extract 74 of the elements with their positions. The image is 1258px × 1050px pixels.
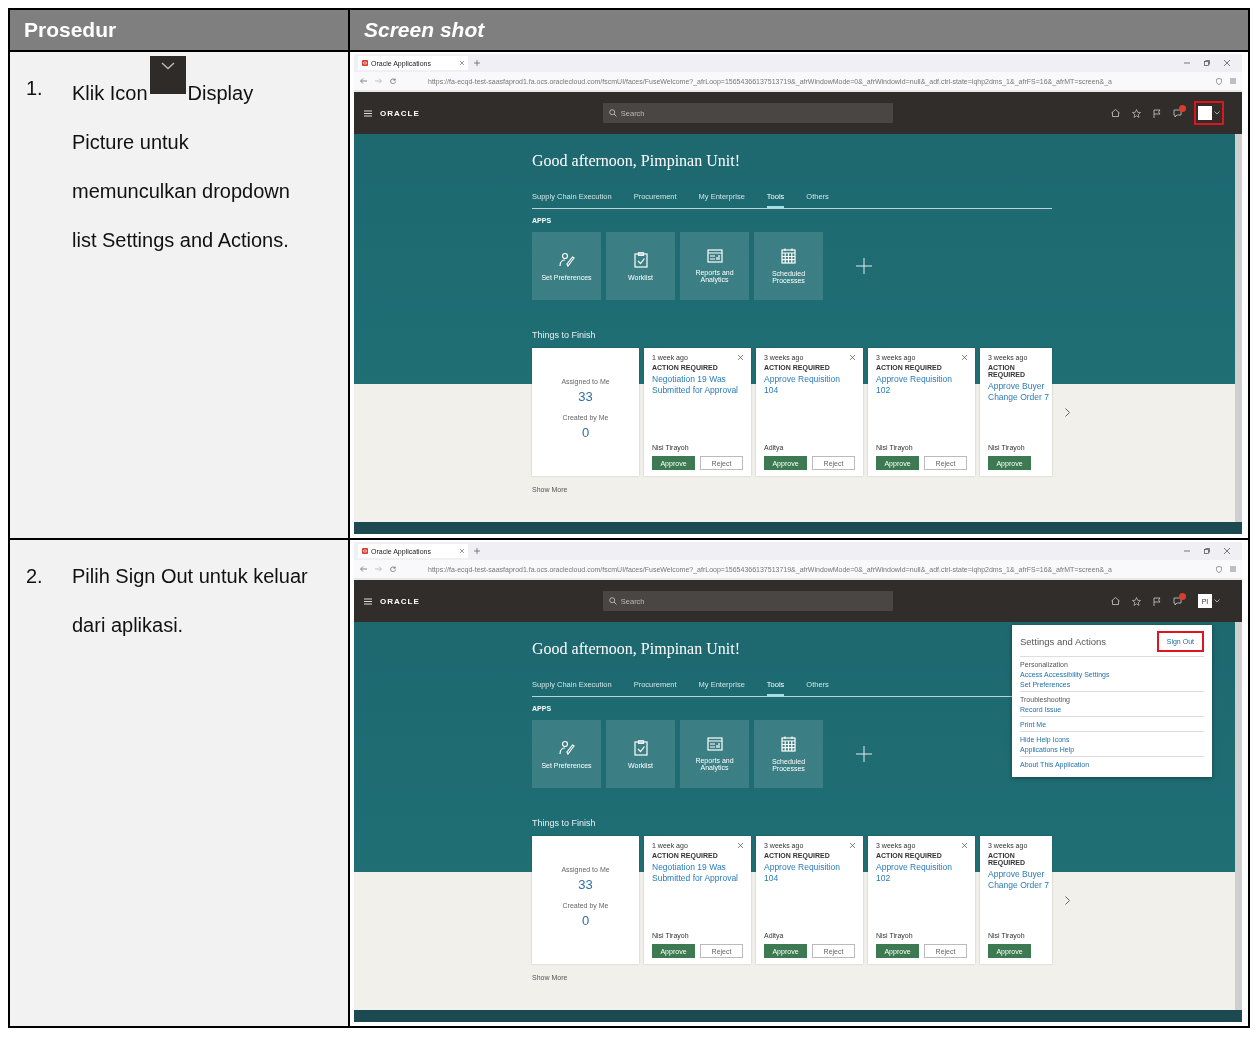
reload-icon[interactable]: [390, 78, 396, 84]
calendar-icon: [781, 736, 796, 752]
chevron-down-icon: [149, 56, 186, 94]
column-header: Screen shot: [349, 9, 1249, 51]
new-tab-icon[interactable]: [474, 548, 480, 554]
step-instruction: Klik Icon: [72, 82, 148, 104]
close-icon[interactable]: [850, 355, 855, 360]
restore-icon[interactable]: [1204, 548, 1210, 554]
close-icon[interactable]: [1224, 60, 1230, 66]
section-title: Things to Finish: [532, 818, 597, 828]
search-icon: [608, 597, 617, 605]
close-icon[interactable]: [460, 61, 464, 65]
task-title[interactable]: Approve Buyer Change Order 7: [988, 869, 1050, 891]
home-icon[interactable]: [1111, 597, 1120, 605]
flag-icon[interactable]: [1153, 108, 1161, 118]
scrollbar[interactable]: [1235, 622, 1242, 1010]
clipboard-check-icon: [633, 739, 648, 756]
back-icon[interactable]: [360, 566, 367, 572]
step-instruction: Display: [187, 82, 254, 104]
chevron-right-icon[interactable]: [1065, 407, 1070, 417]
close-icon[interactable]: [738, 355, 743, 360]
section-title: Things to Finish: [532, 330, 597, 340]
flag-icon[interactable]: [1153, 596, 1161, 606]
column-header: Prosedur: [9, 9, 349, 51]
report-icon: [706, 737, 723, 751]
task-title[interactable]: Approve Requisition 104: [764, 374, 855, 396]
reload-icon[interactable]: [390, 566, 396, 572]
close-icon[interactable]: [738, 843, 743, 848]
person-pen-icon: [558, 251, 575, 268]
back-icon[interactable]: [360, 78, 367, 84]
created-count[interactable]: 0: [581, 913, 590, 928]
report-icon: [706, 249, 723, 263]
add-icon[interactable]: [856, 746, 872, 762]
chevron-down-icon: [1214, 599, 1220, 603]
chevron-right-icon[interactable]: [1065, 895, 1070, 905]
restore-icon[interactable]: [1204, 60, 1210, 66]
step-instruction: Picture untuk memunculkan dropdown list Settings and Actions.: [72, 130, 291, 253]
close-icon[interactable]: [962, 355, 967, 360]
app-logo-icon: [362, 548, 368, 554]
new-tab-icon[interactable]: [474, 60, 480, 66]
close-icon[interactable]: [1224, 548, 1230, 554]
search-icon: [608, 109, 617, 117]
created-count[interactable]: 0: [581, 425, 590, 440]
menu-title: Settings and Actions: [1020, 636, 1107, 647]
task-title[interactable]: Approve Requisition 102: [876, 374, 967, 396]
add-icon[interactable]: [856, 258, 872, 274]
step-number: 2.: [26, 564, 44, 589]
task-title[interactable]: Negotiation 19 Was Submitted for Approval: [652, 862, 743, 884]
brand-logo[interactable]: ORACLE: [380, 596, 420, 606]
home-icon[interactable]: [1111, 109, 1120, 117]
task-title[interactable]: Approve Buyer Change Order 7: [988, 381, 1050, 403]
close-icon[interactable]: [850, 843, 855, 848]
close-icon[interactable]: [962, 843, 967, 848]
app-logo-icon: [362, 60, 368, 66]
greeting: Good afternoon, Pimpinan Unit!: [532, 640, 740, 658]
task-title[interactable]: Approve Requisition 102: [876, 862, 967, 884]
star-icon[interactable]: [1132, 108, 1141, 118]
calendar-icon: [781, 248, 796, 264]
step-number: 1.: [26, 76, 44, 101]
shield-icon[interactable]: [1216, 77, 1222, 85]
assigned-count[interactable]: 33: [578, 877, 593, 892]
shield-icon[interactable]: [1216, 565, 1222, 573]
chevron-down-icon: [1214, 111, 1220, 115]
clipboard-check-icon: [633, 251, 648, 268]
task-title[interactable]: Negotiation 19 Was Submitted for Approval: [652, 374, 743, 396]
scrollbar[interactable]: [1235, 134, 1242, 522]
greeting: Good afternoon, Pimpinan Unit!: [532, 152, 740, 170]
person-pen-icon: [558, 739, 575, 756]
task-title[interactable]: Approve Requisition 104: [764, 862, 855, 884]
brand-logo[interactable]: ORACLE: [380, 108, 420, 118]
step-instruction: Pilih Sign Out untuk keluar dari aplikasi.: [72, 564, 309, 638]
assigned-count[interactable]: 33: [578, 389, 593, 404]
star-icon[interactable]: [1132, 596, 1141, 606]
close-icon[interactable]: [460, 549, 464, 553]
